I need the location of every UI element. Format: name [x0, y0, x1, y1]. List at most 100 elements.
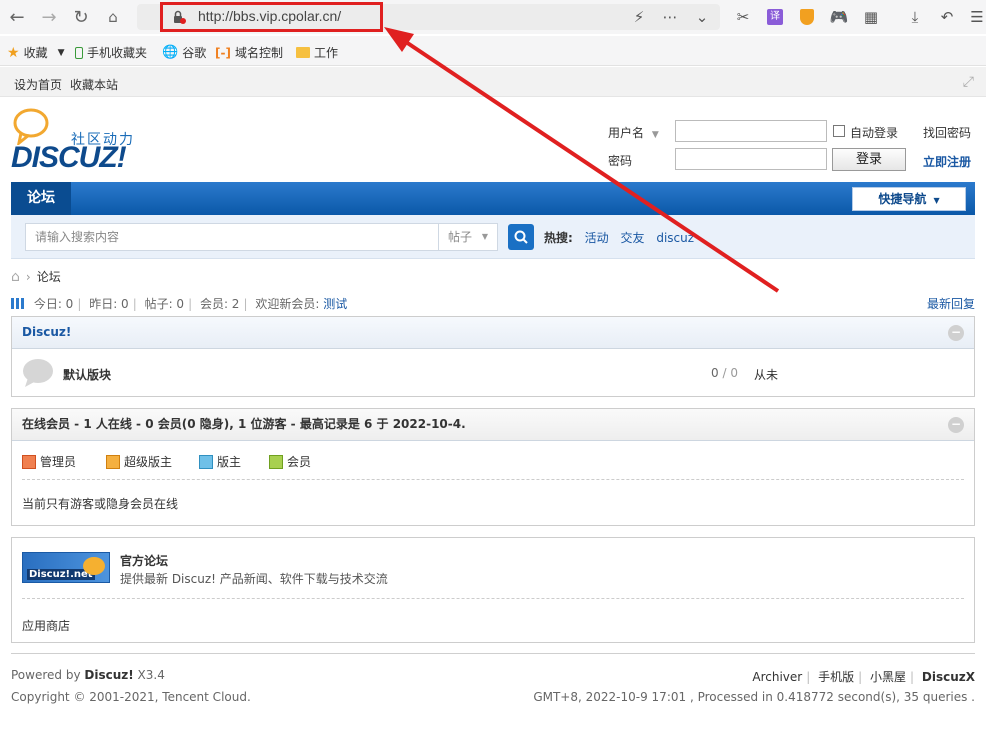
apps-grid-icon[interactable]: ▦ — [860, 6, 882, 28]
phone-icon — [75, 46, 83, 59]
more-icon[interactable]: ⋯ — [659, 6, 681, 28]
menu-icon[interactable]: ☰ — [966, 6, 986, 28]
lightning-icon[interactable]: ⚡ — [628, 6, 650, 28]
hot-label: 热搜: — [544, 231, 573, 245]
footer-link-blacklist[interactable]: 小黑屋 — [870, 670, 906, 684]
bookmark-work[interactable]: 工作 — [296, 44, 338, 61]
auto-login-checkbox[interactable] — [833, 125, 845, 137]
auto-login-label: 自动登录 — [850, 126, 899, 140]
shield-icon[interactable] — [796, 6, 818, 28]
caret-down-icon: ▼ — [481, 232, 488, 241]
globe-icon: 🌐 — [162, 45, 179, 60]
forum-category-box: Discuz! − 默认版块 0 / 0 从未 — [11, 316, 975, 397]
search-input[interactable]: 请输入搜索内容 — [25, 223, 439, 251]
folder-icon — [296, 47, 310, 58]
search-button[interactable] — [508, 224, 534, 250]
speech-bubble-icon — [13, 108, 49, 145]
hot-item-activity[interactable]: 活动 — [585, 231, 609, 245]
footer-link-discuzx[interactable]: DiscuzX — [922, 670, 975, 684]
member-user-icon — [269, 454, 283, 469]
game-icon[interactable]: 🎮 — [828, 6, 850, 28]
latest-reply-link[interactable]: 最新回复 — [927, 295, 975, 312]
password-label: 密码 — [608, 154, 633, 168]
scissors-icon[interactable]: ✂ — [732, 6, 754, 28]
quick-nav-button[interactable]: 快捷导航 ▼ — [852, 187, 966, 211]
copyright: Copyright © 2001-2021, Tencent Cloud. — [11, 690, 251, 704]
legend-super-mod: 超级版主 — [106, 453, 172, 470]
login-button[interactable]: 登录 — [832, 148, 906, 171]
mod-user-icon — [199, 454, 213, 469]
search-bar: 请输入搜索内容 帖子 ▼ 热搜: 活动 交友 discuz — [11, 215, 975, 259]
board-last-post: 从未 — [754, 368, 779, 382]
app-store-link[interactable]: 应用商店 — [22, 617, 70, 634]
online-members-box: 在线会员 - 1 人在线 - 0 会员(0 隐身), 1 位游客 - 最高记录是… — [11, 408, 975, 526]
bookmark-site-link[interactable]: 收藏本站 — [70, 76, 118, 93]
dropdown-arrow-icon: ▼ — [57, 47, 65, 58]
board-name-link[interactable]: 默认版块 — [63, 366, 111, 383]
fullscreen-icon[interactable]: ⤢ — [963, 74, 974, 90]
bookmark-mobile[interactable]: 手机收藏夹 — [75, 44, 147, 61]
download-icon[interactable]: ⤓ — [904, 6, 926, 28]
url-highlight-box — [160, 2, 383, 32]
hot-item-dating[interactable]: 交友 — [620, 231, 644, 245]
footer-link-mobile[interactable]: 手机版 — [818, 670, 854, 684]
admin-user-icon — [22, 454, 36, 469]
powered-brand[interactable]: Discuz! — [84, 668, 133, 682]
username-label[interactable]: 用户名 ▼ — [608, 124, 659, 141]
footer: Powered by Discuz! X3.4 Copyright © 2001… — [11, 653, 975, 713]
password-input[interactable] — [675, 148, 827, 170]
translate-icon[interactable]: 译 — [764, 6, 786, 28]
official-forum-desc: 提供最新 Discuz! 产品新闻、软件下载与技术交流 — [120, 572, 388, 586]
collapse-icon[interactable]: − — [948, 417, 964, 433]
back-icon[interactable]: ← — [6, 6, 28, 28]
collapse-icon[interactable]: − — [948, 325, 964, 341]
discuz-net-logo[interactable]: Discuz!.net — [22, 552, 110, 583]
bookmark-google[interactable]: 🌐 谷歌 — [162, 44, 206, 61]
processed-info: GMT+8, 2022-10-9 17:01 , Processed in 0.… — [533, 690, 975, 704]
forum-row: 默认版块 0 / 0 从未 — [12, 349, 974, 397]
bookmarks-bar: ★ 收藏 ▼ 手机收藏夹 🌐 谷歌 [-] 域名控制 工作 — [0, 36, 986, 66]
nav-tab-forum[interactable]: 论坛 — [11, 182, 71, 215]
home-icon[interactable]: ⌂ — [11, 269, 20, 285]
search-type-select[interactable]: 帖子 ▼ — [438, 223, 498, 251]
friend-links-box: Discuz!.net 官方论坛 提供最新 Discuz! 产品新闻、软件下载与… — [11, 537, 975, 643]
category-title[interactable]: Discuz! — [22, 325, 71, 339]
caret-down-icon: ▼ — [933, 196, 940, 205]
board-counts: 0 / 0 — [711, 366, 738, 380]
find-password-link[interactable]: 找回密码 — [923, 124, 971, 141]
legend-member: 会员 — [269, 453, 311, 470]
legend-admin: 管理员 — [22, 453, 76, 470]
undo-icon[interactable]: ↶ — [936, 6, 958, 28]
bookmark-domain[interactable]: [-] 域名控制 — [215, 44, 283, 61]
site-logo[interactable]: 社区动力 DISCUZ! — [11, 107, 151, 179]
official-forum-row: Discuz!.net 官方论坛 提供最新 Discuz! 产品新闻、软件下载与… — [12, 538, 974, 598]
set-home-link[interactable]: 设为首页 — [14, 76, 62, 93]
forward-icon[interactable]: → — [38, 6, 60, 28]
forum-bubble-icon — [23, 359, 53, 387]
breadcrumb-separator: › — [25, 269, 31, 284]
reload-icon[interactable]: ↻ — [70, 6, 92, 28]
chevron-down-icon[interactable]: ⌄ — [691, 6, 713, 28]
main-nav: 论坛 快捷导航 ▼ — [11, 182, 975, 215]
online-title[interactable]: 在线会员 - 1 人在线 - 0 会员(0 隐身), 1 位游客 - 最高记录是… — [22, 417, 466, 431]
browser-toolbar: ← → ↻ ⌂ http://bbs.vip.cpolar.cn/ ⚡ ⋯ ⌄ … — [0, 0, 986, 34]
username-input[interactable] — [675, 120, 827, 142]
footer-links: Archiver | 手机版 | 小黑屋 | DiscuzX — [752, 670, 975, 684]
footer-link-archiver[interactable]: Archiver — [752, 670, 802, 684]
app-store-row: 应用商店 — [12, 599, 974, 643]
bracket-icon: [-] — [215, 45, 231, 60]
official-forum-link[interactable]: 官方论坛 — [120, 552, 168, 569]
breadcrumb-current[interactable]: 论坛 — [37, 268, 61, 285]
star-icon: ★ — [7, 44, 20, 61]
home-icon[interactable]: ⌂ — [102, 6, 124, 28]
forum-stats: 今日: 0 | 昨日: 0 | 帖子: 0 | 会员: 2 | 欢迎新会员: 测试 最新… — [11, 295, 975, 312]
bookmark-favorites[interactable]: ★ 收藏 ▼ — [7, 44, 65, 61]
bubble-icon — [83, 557, 105, 575]
search-icon — [514, 230, 528, 244]
powered-by: Powered by Discuz! X3.4 — [11, 668, 165, 682]
breadcrumb: ⌂ › 论坛 — [11, 268, 61, 285]
hot-item-discuz[interactable]: discuz — [656, 231, 694, 245]
register-link[interactable]: 立即注册 — [923, 153, 971, 170]
new-member-link[interactable]: 测试 — [323, 297, 347, 311]
super-mod-user-icon — [106, 454, 120, 469]
